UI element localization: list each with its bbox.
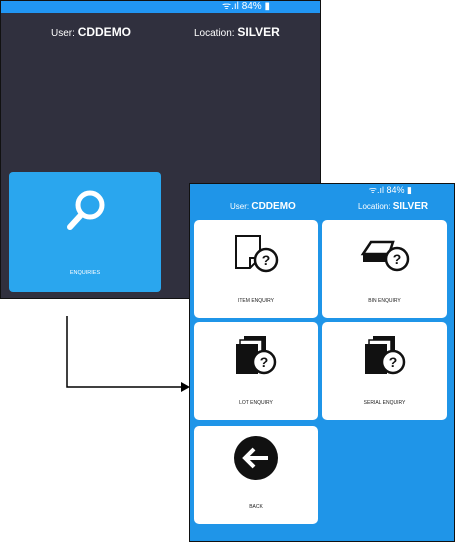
enquiry-options-screen: ᯤ.ıl 84% ▮ User: CDDEMO Location: SILVER…	[189, 183, 455, 542]
status-bar-2: ᯤ.ıl 84% ▮	[190, 184, 454, 196]
battery-percent-2: 84%	[386, 185, 405, 195]
svg-text:?: ?	[262, 252, 271, 268]
back-label: BACK	[249, 504, 263, 510]
location-value-2: SILVER	[392, 201, 429, 212]
battery-icon: ▮	[407, 185, 412, 195]
bin-enquiry-label: BIN ENQUIRY	[368, 298, 401, 304]
lot-question-icon: ?	[236, 336, 277, 375]
item-enquiry-button[interactable]: ? ITEM ENQUIRY	[194, 220, 318, 318]
user-value-2: CDDEMO	[251, 201, 296, 212]
serial-question-icon: ?	[364, 336, 405, 375]
user-info-2: User: CDDEMO	[230, 201, 296, 212]
svg-text:?: ?	[392, 251, 401, 267]
bin-enquiry-button[interactable]: ? BIN ENQUIRY	[322, 220, 447, 318]
location-info-2: Location: SILVER	[358, 201, 428, 212]
user-label-2: User:	[230, 202, 250, 211]
bin-question-icon: ?	[360, 240, 409, 272]
lot-enquiry-button[interactable]: ? LOT ENQUIRY	[194, 322, 318, 420]
back-arrow-icon	[234, 436, 278, 480]
back-button[interactable]: BACK	[194, 426, 318, 524]
signal-icon: ᯤ.ıl	[368, 185, 387, 195]
serial-enquiry-button[interactable]: ? SERIAL ENQUIRY	[322, 322, 447, 420]
svg-text:?: ?	[388, 354, 397, 370]
serial-enquiry-label: SERIAL ENQUIRY	[363, 400, 406, 406]
item-enquiry-label: ITEM ENQUIRY	[237, 298, 275, 304]
item-question-icon: ?	[235, 235, 279, 273]
lot-enquiry-label: LOT ENQUIRY	[239, 400, 273, 406]
location-label-2: Location:	[358, 202, 391, 211]
svg-text:?: ?	[260, 354, 269, 370]
